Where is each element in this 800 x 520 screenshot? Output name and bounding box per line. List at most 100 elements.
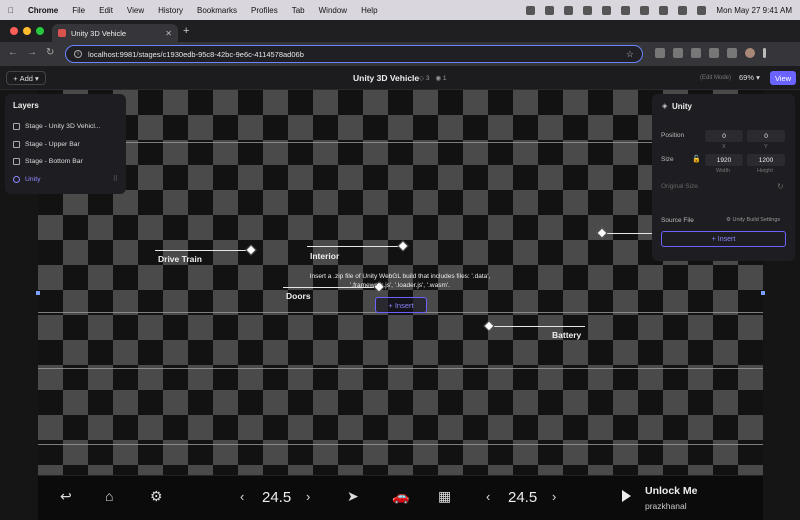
layer-item-upper-bar[interactable]: Stage - Upper Bar — [13, 136, 118, 154]
zoom-select[interactable]: 69% ▾ — [739, 73, 760, 82]
control-center-icon[interactable] — [697, 5, 707, 15]
menu-profiles[interactable]: Profiles — [251, 6, 278, 15]
menu-bookmarks[interactable]: Bookmarks — [197, 6, 237, 15]
extension-icon[interactable] — [691, 48, 701, 58]
wifi-icon[interactable] — [659, 5, 669, 15]
stage-icon — [13, 158, 20, 166]
insert-instructions: Insert a .zip file of Unity WebGL build … — [309, 273, 491, 289]
new-tab-button[interactable]: + — [183, 25, 189, 37]
unlock-label[interactable]: Unlock Me — [645, 485, 698, 497]
stage-icon — [13, 123, 20, 131]
layers-panel: Layers Stage - Unity 3D Vehicl... Stage … — [5, 94, 126, 194]
doors-label: Doors — [286, 291, 311, 301]
close-tab-icon[interactable]: ✕ — [165, 29, 172, 38]
maximize-window-button[interactable] — [36, 27, 44, 35]
layer-item-bottom-bar[interactable]: Stage - Bottom Bar — [13, 153, 118, 171]
menu-window[interactable]: Window — [319, 6, 347, 15]
temp-left-increase-icon[interactable]: › — [306, 489, 310, 504]
menu-file[interactable]: File — [72, 6, 85, 15]
favicon-icon — [58, 29, 66, 37]
offscreen-callout-line — [602, 233, 652, 234]
temp-left-decrease-icon[interactable]: ‹ — [240, 489, 244, 504]
forward-icon[interactable]: → — [27, 47, 37, 58]
resize-handle[interactable] — [761, 291, 765, 295]
puzzle-icon[interactable] — [727, 48, 737, 58]
position-x-input[interactable]: 0 — [705, 130, 743, 142]
play-icon[interactable] — [602, 5, 612, 15]
width-input[interactable]: 1920 — [705, 154, 743, 166]
drag-handle-icon[interactable]: ⠿ — [113, 175, 118, 183]
add-button[interactable]: + Add ▾ — [6, 71, 46, 85]
apple-icon[interactable]:  — [8, 6, 14, 15]
browser-tab[interactable]: Unity 3D Vehicle ✕ — [52, 24, 178, 42]
source-insert-button[interactable]: + Insert — [661, 231, 786, 247]
site-info-icon[interactable]: i — [74, 50, 82, 58]
temp-right-increase-icon[interactable]: › — [552, 489, 556, 504]
resize-handle[interactable] — [36, 291, 40, 295]
more-menu-icon[interactable] — [763, 48, 766, 58]
unity-icon: ◈ — [662, 103, 668, 110]
bluetooth-icon[interactable] — [640, 5, 650, 15]
source-file-label: Source File — [661, 217, 694, 224]
header-badges: ◇ 3 ◉ 1 — [419, 74, 447, 82]
y-caption: Y — [764, 144, 768, 150]
url-text[interactable]: localhost:9981/stages/c1930edb-95c8-42bc… — [88, 50, 304, 59]
layer-label: Stage - Unity 3D Vehicl... — [25, 123, 101, 131]
navigation-arrow-icon[interactable]: ➤ — [347, 488, 359, 505]
minimize-window-button[interactable] — [23, 27, 31, 35]
height-caption: Height — [757, 168, 773, 174]
apps-grid-icon[interactable]: ▦ — [438, 488, 451, 505]
size-label: Size — [661, 156, 674, 163]
menubar-app-name[interactable]: Chrome — [28, 6, 58, 15]
keyboard-icon[interactable] — [621, 5, 631, 15]
back-arrow-icon[interactable]: ↩ — [60, 488, 72, 505]
build-settings-link[interactable]: ⚙ Unity Build Settings — [726, 217, 780, 223]
notion-icon[interactable] — [564, 5, 574, 15]
layers-count-badge[interactable]: ◇ 3 — [419, 74, 429, 82]
control-icon[interactable] — [583, 5, 593, 15]
layer-item-unity[interactable]: Unity ⠿ — [13, 171, 118, 189]
canvas-insert-button[interactable]: + Insert — [375, 297, 427, 313]
username-label: prazkhanal — [645, 501, 687, 511]
record-icon[interactable] — [526, 5, 536, 15]
position-label: Position — [661, 132, 685, 139]
drive-train-label: Drive Train — [158, 254, 202, 264]
layer-label: Stage - Bottom Bar — [25, 158, 83, 166]
menu-history[interactable]: History — [158, 6, 183, 15]
menu-tab[interactable]: Tab — [292, 6, 305, 15]
temp-right-decrease-icon[interactable]: ‹ — [486, 489, 490, 504]
reset-size-icon[interactable]: ↻ — [777, 182, 784, 191]
menu-edit[interactable]: Edit — [99, 6, 113, 15]
reload-icon[interactable]: ↻ — [46, 47, 54, 58]
guide-line — [38, 368, 763, 369]
battery-line — [489, 326, 585, 327]
profile-avatar[interactable] — [745, 48, 755, 58]
layer-item-stage-vehicle[interactable]: Stage - Unity 3D Vehicl... — [13, 118, 118, 136]
interior-label: Interior — [310, 251, 340, 261]
status-icon[interactable] — [545, 5, 555, 15]
car-icon[interactable]: 🚗 — [392, 488, 409, 505]
close-window-button[interactable] — [10, 27, 18, 35]
search-icon[interactable] — [678, 5, 688, 15]
document-title[interactable]: Unity 3D Vehicle — [353, 73, 419, 83]
menu-help[interactable]: Help — [361, 6, 377, 15]
play-icon[interactable] — [622, 490, 631, 502]
address-bar[interactable]: i localhost:9981/stages/c1930edb-95c8-42… — [65, 45, 643, 63]
home-icon[interactable]: ⌂ — [105, 488, 113, 504]
height-input[interactable]: 1200 — [747, 154, 785, 166]
extension-icon[interactable] — [655, 48, 665, 58]
view-button[interactable]: View — [770, 71, 796, 85]
menubar-clock[interactable]: Mon May 27 9:41 AM — [716, 6, 792, 15]
lock-icon[interactable]: 🔓 — [692, 155, 701, 163]
extension-icon[interactable] — [709, 48, 719, 58]
extension-icon[interactable] — [673, 48, 683, 58]
back-icon[interactable]: ← — [8, 47, 18, 58]
menu-view[interactable]: View — [127, 6, 144, 15]
chevron-down-icon: ▾ — [34, 73, 39, 83]
temp-right-value: 24.5 — [508, 489, 538, 506]
settings-gear-icon[interactable]: ⚙ — [150, 488, 163, 505]
battery-label: Battery — [552, 330, 582, 340]
position-y-input[interactable]: 0 — [747, 130, 785, 142]
comments-count-badge[interactable]: ◉ 1 — [435, 74, 446, 82]
bookmark-star-icon[interactable]: ☆ — [626, 49, 634, 60]
